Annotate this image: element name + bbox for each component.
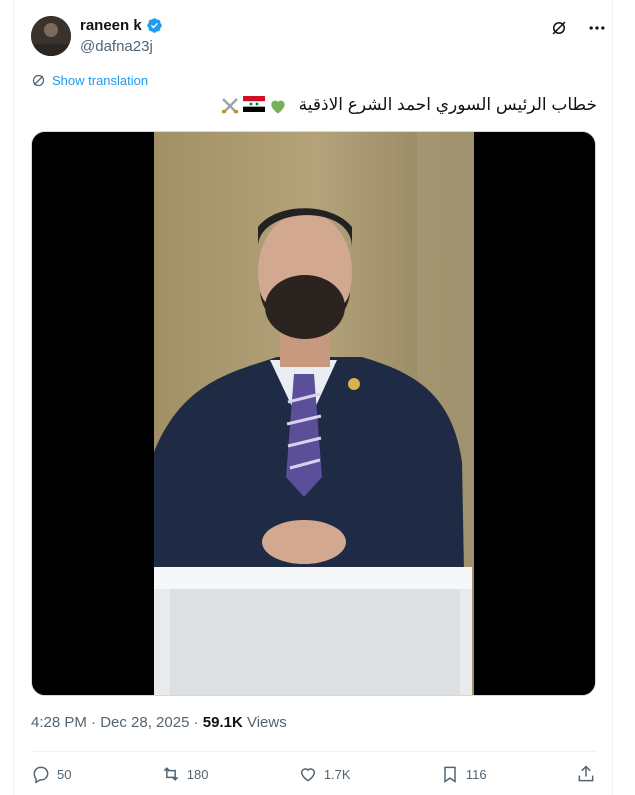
crossed-swords-icon	[221, 97, 238, 114]
views-count: 59.1K	[202, 714, 243, 731]
share-icon	[578, 765, 594, 782]
author-handle[interactable]: @dafna23j	[80, 38, 153, 55]
bookmark-button[interactable]: 116	[440, 764, 487, 784]
reply-icon	[33, 766, 49, 784]
video-frame	[32, 132, 595, 695]
repost-count: 180	[186, 766, 209, 782]
avatar[interactable]	[31, 16, 71, 56]
like-button[interactable]: 1.7K	[298, 764, 351, 784]
views-label: Views	[242, 714, 287, 731]
more-icon[interactable]	[587, 18, 607, 38]
verified-badge-icon	[146, 18, 162, 33]
syria-flag-icon	[242, 95, 265, 112]
author-name[interactable]: raneen k	[80, 17, 142, 34]
reply-button[interactable]: 50	[31, 764, 71, 784]
timestamp[interactable]: 4:28 PM · Dec 28, 2025 ·	[31, 714, 203, 731]
show-translation-link[interactable]: Show translation	[31, 73, 148, 88]
video-player[interactable]	[31, 131, 596, 696]
bookmark-count: 116	[465, 766, 487, 782]
tweet-meta: 4:28 PM · Dec 28, 2025 · 59.1K Views	[31, 714, 287, 731]
grok-icon[interactable]	[549, 18, 569, 38]
translate-icon	[32, 74, 45, 87]
reply-count: 50	[57, 766, 72, 782]
repost-button[interactable]: 180	[161, 764, 209, 784]
green-heart-icon	[271, 100, 285, 114]
tweet-text: خطاب الرئيس السوري احمد الشرع الاذقية	[220, 95, 597, 116]
bookmark-icon	[444, 766, 456, 783]
tweet-body: خطاب الرئيس السوري احمد الشرع الاذقية	[298, 95, 597, 114]
divider	[31, 751, 596, 752]
show-translation-label: Show translation	[52, 73, 149, 88]
repost-icon	[163, 767, 178, 781]
action-bar: 50 180 1.7K 116	[31, 764, 596, 784]
heart-icon	[300, 768, 315, 782]
share-button[interactable]	[576, 764, 596, 784]
like-count: 1.7K	[323, 766, 351, 782]
